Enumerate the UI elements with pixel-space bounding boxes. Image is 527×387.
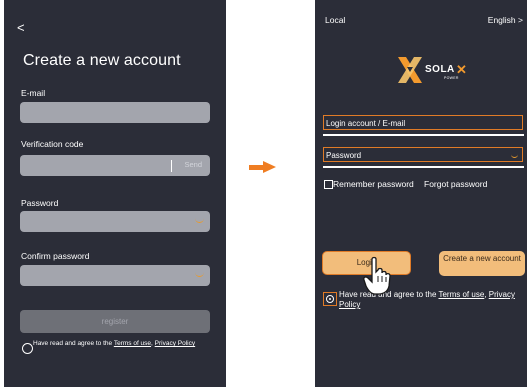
agree-prefix: Have read and agree to the bbox=[33, 340, 114, 347]
local-link[interactable]: Local bbox=[325, 15, 345, 25]
pointer-hand-icon bbox=[363, 256, 391, 295]
verification-code-field[interactable]: Send bbox=[20, 155, 210, 176]
login-screen: Local English > SOLA ✕ POWER Login accou… bbox=[315, 0, 527, 387]
terms-link[interactable]: Terms of use bbox=[114, 340, 151, 347]
forgot-password-link[interactable]: Forgot password bbox=[424, 179, 487, 189]
send-code-button[interactable]: Send bbox=[184, 160, 202, 169]
logo-subtext: POWER bbox=[444, 76, 459, 80]
page-title: Create a new account bbox=[23, 52, 181, 69]
confirm-password-field[interactable] bbox=[20, 265, 210, 286]
account-input[interactable]: Login account / E-mail bbox=[323, 115, 523, 130]
email-field[interactable] bbox=[20, 102, 210, 123]
solax-logo-icon bbox=[398, 57, 422, 83]
password-label: Password bbox=[21, 198, 59, 208]
send-divider bbox=[171, 160, 172, 172]
logo-text: SOLA bbox=[425, 64, 455, 75]
password-underline bbox=[323, 166, 524, 168]
eye-icon[interactable] bbox=[195, 217, 204, 223]
create-account-button[interactable]: Create a new account bbox=[439, 251, 525, 276]
agree-radio[interactable] bbox=[22, 343, 33, 354]
remember-checkbox[interactable] bbox=[324, 180, 333, 189]
register-button[interactable]: register bbox=[20, 310, 210, 333]
eye-icon[interactable] bbox=[511, 153, 518, 158]
back-button[interactable]: < bbox=[17, 20, 25, 35]
password-placeholder: Password bbox=[326, 151, 362, 160]
password-input[interactable]: Password bbox=[323, 147, 523, 162]
agree-radio-highlight[interactable] bbox=[323, 292, 337, 306]
arrow-head-icon bbox=[263, 161, 276, 173]
privacy-link[interactable]: Privacy Policy bbox=[155, 340, 195, 347]
agree-radio[interactable] bbox=[326, 295, 334, 303]
password-field[interactable] bbox=[20, 211, 210, 232]
email-label: E-mail bbox=[21, 88, 46, 98]
language-selector[interactable]: English > bbox=[488, 15, 523, 25]
verification-label: Verification code bbox=[21, 139, 84, 149]
solax-logo: SOLA ✕ POWER bbox=[396, 55, 476, 85]
arrow-right-icon bbox=[249, 165, 263, 170]
radio-dot bbox=[329, 298, 331, 300]
confirm-password-label: Confirm password bbox=[21, 251, 90, 261]
eye-icon[interactable] bbox=[195, 271, 204, 277]
account-underline bbox=[323, 134, 524, 136]
remember-label[interactable]: Remember password bbox=[333, 179, 414, 189]
agree-text: Have read and agree to the Terms of use,… bbox=[33, 340, 213, 348]
terms-link[interactable]: Terms of use bbox=[438, 290, 484, 299]
register-screen: < Create a new account E-mail Verificati… bbox=[4, 0, 226, 387]
